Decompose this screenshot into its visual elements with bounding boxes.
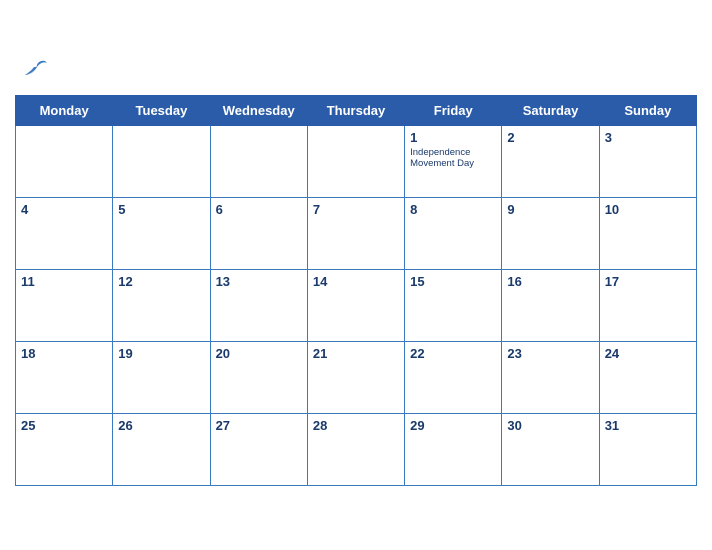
calendar-cell: 12 xyxy=(113,270,210,342)
calendar-week-row: 25 26 27 28 29 30 31 xyxy=(16,414,697,486)
calendar-cell: 7 xyxy=(307,198,404,270)
calendar-cell: 26 xyxy=(113,414,210,486)
calendar-cell: 29 xyxy=(405,414,502,486)
calendar-cell xyxy=(307,126,404,198)
calendar-cell: 24 xyxy=(599,342,696,414)
calendar-cell: 21 xyxy=(307,342,404,414)
calendar-cell: 31 xyxy=(599,414,696,486)
day-number: 24 xyxy=(605,346,691,361)
calendar-cell: 28 xyxy=(307,414,404,486)
day-number: 16 xyxy=(507,274,593,289)
day-number: 13 xyxy=(216,274,302,289)
calendar-cell: 1 Independence Movement Day xyxy=(405,126,502,198)
day-number: 8 xyxy=(410,202,496,217)
day-number: 3 xyxy=(605,130,691,145)
day-number: 9 xyxy=(507,202,593,217)
weekday-header-saturday: Saturday xyxy=(502,96,599,126)
day-number: 14 xyxy=(313,274,399,289)
day-number: 19 xyxy=(118,346,204,361)
day-number: 2 xyxy=(507,130,593,145)
day-number: 17 xyxy=(605,274,691,289)
day-number: 18 xyxy=(21,346,107,361)
calendar-cell: 15 xyxy=(405,270,502,342)
calendar-week-row: 11 12 13 14 15 16 17 xyxy=(16,270,697,342)
day-number: 30 xyxy=(507,418,593,433)
day-number: 25 xyxy=(21,418,107,433)
calendar-cell: 9 xyxy=(502,198,599,270)
calendar-cell xyxy=(16,126,113,198)
calendar-cell: 14 xyxy=(307,270,404,342)
calendar-cell: 30 xyxy=(502,414,599,486)
calendar-cell: 25 xyxy=(16,414,113,486)
holiday-label: Independence Movement Day xyxy=(410,147,496,170)
day-number: 28 xyxy=(313,418,399,433)
calendar-cell: 16 xyxy=(502,270,599,342)
calendar-cell: 6 xyxy=(210,198,307,270)
calendar-week-row: 456789 10 xyxy=(16,198,697,270)
calendar-cell: 18 xyxy=(16,342,113,414)
calendar-cell: 5 xyxy=(113,198,210,270)
calendar-cell: 10 xyxy=(599,198,696,270)
calendar-cell: 27 xyxy=(210,414,307,486)
day-number: 12 xyxy=(118,274,204,289)
day-number: 29 xyxy=(410,418,496,433)
day-number: 11 xyxy=(21,274,107,289)
day-number: 6 xyxy=(216,202,302,217)
day-number: 1 xyxy=(410,130,496,145)
weekday-header-sunday: Sunday xyxy=(599,96,696,126)
weekday-header-friday: Friday xyxy=(405,96,502,126)
calendar-cell: 8 xyxy=(405,198,502,270)
calendar-cell: 20 xyxy=(210,342,307,414)
calendar-week-row: 1 Independence Movement Day 23 xyxy=(16,126,697,198)
day-number: 15 xyxy=(410,274,496,289)
calendar-table: MondayTuesdayWednesdayThursdayFridaySatu… xyxy=(15,95,697,486)
day-number: 21 xyxy=(313,346,399,361)
logo-icon xyxy=(19,59,51,87)
day-number: 10 xyxy=(605,202,691,217)
calendar-cell xyxy=(210,126,307,198)
calendar-cell: 11 xyxy=(16,270,113,342)
day-number: 22 xyxy=(410,346,496,361)
weekday-header-thursday: Thursday xyxy=(307,96,404,126)
day-number: 27 xyxy=(216,418,302,433)
day-number: 7 xyxy=(313,202,399,217)
calendar-cell: 13 xyxy=(210,270,307,342)
calendar-cell xyxy=(113,126,210,198)
weekday-header-row: MondayTuesdayWednesdayThursdayFridaySatu… xyxy=(16,96,697,126)
weekday-header-tuesday: Tuesday xyxy=(113,96,210,126)
logo-area xyxy=(19,59,53,87)
day-number: 26 xyxy=(118,418,204,433)
weekday-header-monday: Monday xyxy=(16,96,113,126)
calendar-cell: 4 xyxy=(16,198,113,270)
calendar-cell: 22 xyxy=(405,342,502,414)
day-number: 31 xyxy=(605,418,691,433)
calendar-cell: 19 xyxy=(113,342,210,414)
calendar-header xyxy=(15,59,697,87)
day-number: 4 xyxy=(21,202,107,217)
calendar-week-row: 18 19 20 21 22 23 24 xyxy=(16,342,697,414)
day-number: 20 xyxy=(216,346,302,361)
calendar-cell: 3 xyxy=(599,126,696,198)
calendar-wrapper: MondayTuesdayWednesdayThursdayFridaySatu… xyxy=(0,49,712,501)
weekday-header-wednesday: Wednesday xyxy=(210,96,307,126)
calendar-cell: 17 xyxy=(599,270,696,342)
calendar-cell: 2 xyxy=(502,126,599,198)
day-number: 23 xyxy=(507,346,593,361)
calendar-cell: 23 xyxy=(502,342,599,414)
day-number: 5 xyxy=(118,202,204,217)
